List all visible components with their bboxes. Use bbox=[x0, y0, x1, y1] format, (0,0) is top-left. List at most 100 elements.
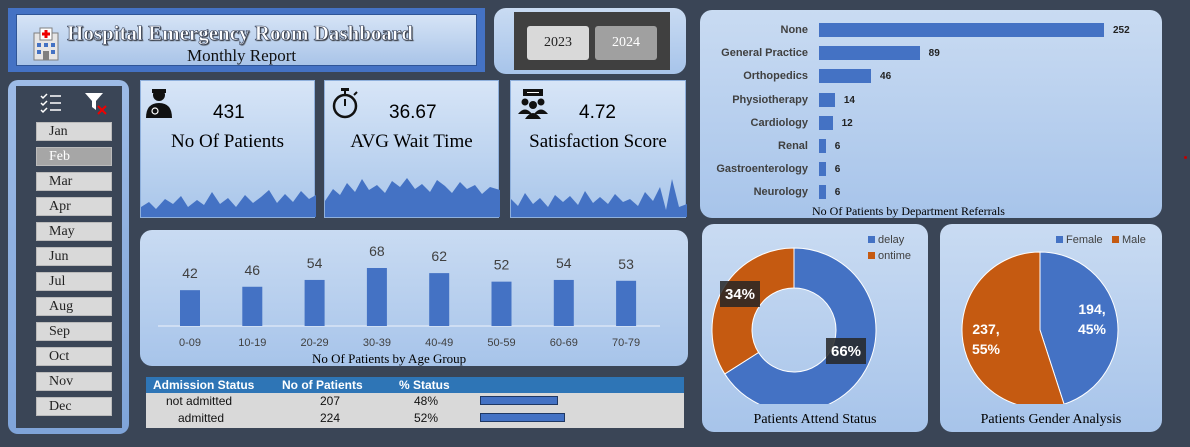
month-button-dec[interactable]: Dec bbox=[36, 397, 112, 416]
sparkline bbox=[141, 190, 316, 217]
hospital-icon bbox=[33, 27, 59, 61]
age-chart: 42 0-09 46 10-19 54 20-29 68 30-39 62 40-49 52 50-5… bbox=[158, 243, 660, 349]
bar bbox=[819, 92, 835, 107]
bar-value: 6 bbox=[834, 164, 841, 176]
year-slicer: 2023 2024 bbox=[514, 12, 670, 70]
donut-slice bbox=[711, 247, 795, 375]
doctor-icon bbox=[146, 89, 172, 118]
month-button-jul[interactable]: Jul bbox=[36, 272, 112, 291]
kpi-card-wait-time: 36.67 AVG Wait Time bbox=[324, 80, 500, 218]
table-cell: not admitted bbox=[166, 394, 233, 408]
year-button-2024[interactable]: 2024 bbox=[595, 26, 657, 60]
month-button-jan[interactable]: Jan bbox=[36, 122, 112, 141]
month-button-sep[interactable]: Sep bbox=[36, 322, 112, 341]
admission-table-header: Admission Status No of Patients % Status bbox=[146, 377, 684, 393]
tick-label: 40-49 bbox=[425, 337, 453, 349]
year-button-2023[interactable]: 2023 bbox=[527, 26, 589, 60]
bar bbox=[242, 286, 263, 326]
bar bbox=[819, 23, 1104, 37]
month-button-mar[interactable]: Mar bbox=[36, 172, 112, 191]
gender-chart-title: Patients Gender Analysis bbox=[980, 412, 1122, 427]
bar-value: 52 bbox=[494, 257, 510, 273]
bar bbox=[429, 273, 450, 326]
age-chart-title: No Of Patients by Age Group bbox=[312, 351, 467, 366]
kpi-value: 431 bbox=[213, 102, 245, 123]
table-cell: 224 bbox=[320, 411, 341, 425]
month-button-aug[interactable]: Aug bbox=[36, 297, 112, 316]
bar bbox=[616, 280, 637, 326]
attend-chart-title: Patients Attend Status bbox=[753, 412, 877, 427]
table-cell: admitted bbox=[178, 411, 225, 425]
table-cell: 48% bbox=[414, 394, 439, 408]
data-label: 194, bbox=[1078, 301, 1105, 317]
data-label: 237, bbox=[972, 321, 999, 337]
bar-value: 14 bbox=[843, 94, 855, 106]
dashboard-subtitle: Monthly Report bbox=[187, 46, 297, 65]
sparkline bbox=[325, 178, 500, 217]
column-header: Admission Status bbox=[153, 378, 255, 392]
multi-select-icon[interactable] bbox=[40, 92, 62, 114]
kpi-card-patients: 431 No Of Patients bbox=[140, 80, 316, 218]
status-bar bbox=[480, 396, 559, 405]
bar bbox=[819, 46, 920, 61]
attend-chart-panel: delay ontime 66% 34% Patients Attend Stat… bbox=[702, 224, 928, 432]
sparkline bbox=[511, 179, 687, 217]
title-banner: Hospital Emergency Room Dashboard Monthl… bbox=[8, 8, 485, 72]
column-header: % Status bbox=[399, 378, 450, 392]
gender-chart-panel: Female Male 194, 45% 237, 55% Patients Gend… bbox=[940, 224, 1162, 432]
bar bbox=[553, 279, 574, 326]
bar-value: 68 bbox=[369, 243, 385, 259]
bar-label: Physiotherapy bbox=[732, 93, 808, 106]
bar bbox=[366, 268, 387, 326]
bar-value: 89 bbox=[928, 48, 940, 60]
kpi-label: No Of Patients bbox=[171, 131, 284, 152]
month-slicer: Jan Feb Mar Apr May Jun Jul Aug Sep Oct Nov Dec bbox=[16, 86, 122, 428]
kpi-label: Satisfaction Score bbox=[529, 131, 667, 152]
column-header: No of Patients bbox=[282, 378, 363, 392]
bar-value: 12 bbox=[841, 117, 853, 129]
bar bbox=[819, 185, 826, 200]
bar-value: 42 bbox=[182, 265, 198, 281]
bar-label: Cardiology bbox=[750, 116, 808, 129]
bar-label: None bbox=[780, 24, 809, 36]
month-button-oct[interactable]: Oct bbox=[36, 347, 112, 366]
bar-value: 6 bbox=[834, 187, 841, 199]
kpi-card-satisfaction: 4.72 Satisfaction Score bbox=[510, 80, 687, 218]
title-box: Hospital Emergency Room Dashboard Monthl… bbox=[16, 14, 477, 66]
month-button-may[interactable]: May bbox=[36, 222, 112, 241]
referrals-chart-panel: None 252 General Practice 89 Orthopedics 46 Ph… bbox=[700, 10, 1162, 218]
tick-label: 70-79 bbox=[612, 337, 640, 349]
clear-filter-icon[interactable] bbox=[84, 92, 108, 116]
year-slicer-panel: 2023 2024 bbox=[494, 8, 686, 74]
bar bbox=[819, 115, 833, 130]
bar bbox=[304, 279, 325, 326]
tick-label: 60-69 bbox=[550, 337, 578, 349]
attend-donut: 66% 34% bbox=[711, 247, 877, 404]
table-cell: 207 bbox=[320, 394, 341, 408]
bar-label: General Practice bbox=[721, 47, 808, 60]
bar bbox=[180, 290, 200, 326]
tick-label: 30-39 bbox=[363, 337, 391, 349]
bar-value: 6 bbox=[834, 141, 841, 152]
month-button-feb[interactable]: Feb bbox=[36, 147, 112, 166]
dashboard-title: Hospital Emergency Room Dashboard bbox=[67, 21, 414, 46]
data-label: 34% bbox=[725, 286, 755, 303]
people-icon bbox=[518, 89, 548, 119]
month-button-apr[interactable]: Apr bbox=[36, 197, 112, 216]
month-button-jun[interactable]: Jun bbox=[36, 247, 112, 266]
bar-value: 54 bbox=[556, 255, 572, 271]
admission-table-body: not admitted 207 48% admitted 224 52% bbox=[146, 393, 684, 428]
bar bbox=[819, 162, 826, 177]
bar-value: 252 bbox=[1113, 25, 1130, 36]
bar-label: Neurology bbox=[753, 186, 808, 199]
stopwatch-icon bbox=[332, 88, 358, 119]
bar bbox=[819, 139, 826, 153]
data-label: 55% bbox=[972, 341, 1001, 357]
data-label: 45% bbox=[1078, 321, 1107, 337]
month-button-nov[interactable]: Nov bbox=[36, 372, 112, 391]
tick-label: 50-59 bbox=[487, 337, 515, 349]
kpi-label: AVG Wait Time bbox=[350, 131, 473, 152]
status-bar bbox=[480, 413, 565, 422]
tick-label: 10-19 bbox=[238, 337, 266, 349]
table-cell: 52% bbox=[414, 411, 439, 425]
